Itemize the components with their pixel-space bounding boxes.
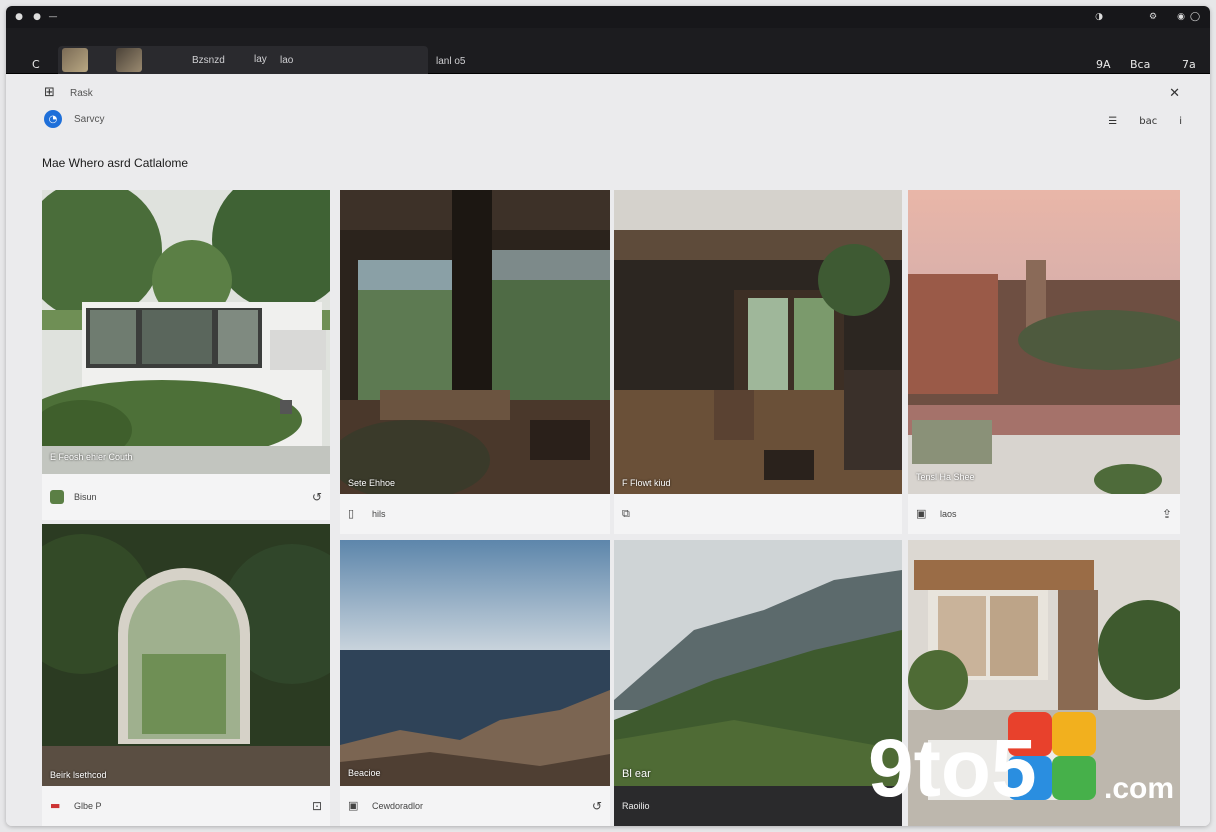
refresh-icon[interactable]: ◑ [1094, 12, 1104, 22]
gallery-card[interactable]: Tensl Ha Shee ▣ laos ⇪ [908, 190, 1180, 534]
photo-interior [340, 190, 610, 494]
expand-icon[interactable]: ⊡ [312, 799, 322, 813]
page-title: Mae Whero asrd Catlalome [42, 156, 189, 170]
image-icon: ▣ [916, 507, 927, 520]
card-footer: ▬ Glbe P ⊡ [42, 786, 330, 826]
gallery-card[interactable]: Bl ear Raoilio [614, 540, 902, 826]
flag-icon: ▬ [50, 799, 61, 812]
window-dash-icon[interactable]: — [48, 12, 58, 22]
tab-strip[interactable]: Bzsnzd lay lao [58, 46, 428, 74]
list-icon[interactable]: ☰ [1108, 116, 1117, 127]
done-button[interactable]: bac [1139, 116, 1157, 127]
photo-caption: Sete Ehhoe [348, 478, 396, 488]
gallery-card[interactable]: E Feosh ehier Couth Bisun ↺ [42, 190, 330, 520]
file-icon: ▯ [348, 507, 355, 520]
photo-caption: Bl ear [622, 768, 651, 780]
watermark-logo: 9to5 .com [868, 706, 1198, 818]
photo-city [908, 190, 1180, 494]
gear-icon[interactable]: ⚙ [1148, 12, 1158, 22]
nav-item-label: Rask [70, 87, 93, 99]
tab-subtitle-2: lao [280, 55, 294, 66]
photo-caption: E Feosh ehier Couth [50, 452, 133, 462]
card-footer: ⧉ [614, 494, 902, 534]
copy-icon: ⧉ [622, 507, 630, 520]
power-icon[interactable]: ◉ [1176, 12, 1186, 22]
card-footer-label: Bisun [74, 492, 97, 502]
right-tools: ☰ bac i [1108, 116, 1182, 127]
card-footer-label: hils [372, 509, 386, 519]
card-footer-label: Raoilio [622, 801, 650, 811]
card-footer: ▯ hils [340, 494, 610, 534]
tab-subtitle: lay [254, 54, 267, 65]
card-footer: ▣ Cewdoradlor ↺ [340, 786, 610, 826]
photo-house [42, 190, 330, 474]
gallery-card[interactable]: Beirk lsethcod ▬ Glbe P ⊡ [42, 524, 330, 826]
nav-row-2[interactable]: ◔ Sarvcy [44, 110, 105, 128]
nav-row-1[interactable]: ⊞ Rask [44, 84, 93, 102]
image-icon: ▣ [348, 799, 359, 812]
gallery-card[interactable]: Beacioe ▣ Cewdoradlor ↺ [340, 540, 610, 826]
photo-caption: Tensl Ha Shee [916, 472, 975, 482]
tab-thumbnail-icon [116, 48, 142, 72]
nav-item-label: Sarvcy [74, 113, 105, 125]
card-footer: ▣ laos ⇪ [908, 494, 1180, 534]
tab-thumbnail-icon [62, 48, 88, 72]
watermark-text: 9to5 [868, 723, 1037, 814]
toolbar-button-a[interactable]: 9A [1096, 58, 1111, 71]
photo-sea [340, 540, 610, 786]
rotate-icon[interactable]: ↺ [312, 490, 322, 504]
gallery-card[interactable]: F Flowt kiud ⧉ [614, 190, 902, 534]
account-icon[interactable]: ◯ [1190, 12, 1200, 22]
gallery-card[interactable]: Sete Ehhoe ▯ hils [340, 190, 610, 534]
browser-window: ● ● — ◑ ⚙ ◉ ◯ C Bzsnzd lay lao lanl o5 9… [6, 6, 1210, 826]
photo-caption: F Flowt kiud [622, 478, 671, 488]
card-footer: Raoilio [614, 786, 902, 826]
grid-icon[interactable]: ⊞ [44, 86, 58, 100]
share-icon[interactable]: ⇪ [1162, 507, 1172, 521]
back-button[interactable]: C [32, 58, 40, 71]
card-footer-label: Cewdoradlor [372, 801, 424, 811]
rotate-icon[interactable]: ↺ [592, 799, 602, 813]
photo-mountains [614, 540, 902, 786]
info-icon[interactable]: i [1179, 116, 1182, 127]
toolbar-button-b[interactable]: Bca [1130, 58, 1150, 71]
window-menu-icon[interactable]: ● [14, 12, 24, 22]
title-bar: ● ● — ◑ ⚙ ◉ ◯ [6, 6, 1210, 28]
thumbnail-icon [50, 490, 64, 504]
address-bar[interactable]: lanl o5 [436, 56, 465, 67]
photo-caption: Beacioe [348, 768, 381, 778]
profile-icon[interactable]: ◔ [44, 110, 62, 128]
card-footer: Bisun ↺ [42, 474, 330, 520]
photo-room-view [614, 190, 902, 494]
card-footer-label: laos [940, 509, 957, 519]
toolbar-button-c[interactable]: 7a [1182, 58, 1196, 71]
tab-title: Bzsnzd [192, 55, 225, 66]
photo-arch [42, 524, 330, 786]
window-pin-icon[interactable]: ● [32, 12, 42, 22]
watermark-suffix: .com [1104, 772, 1174, 805]
close-icon[interactable]: ✕ [1169, 86, 1180, 101]
toolbar: C Bzsnzd lay lao lanl o5 9A Bca 7a [6, 28, 1210, 74]
photo-caption: Beirk lsethcod [50, 770, 107, 780]
card-footer-label: Glbe P [74, 801, 102, 811]
